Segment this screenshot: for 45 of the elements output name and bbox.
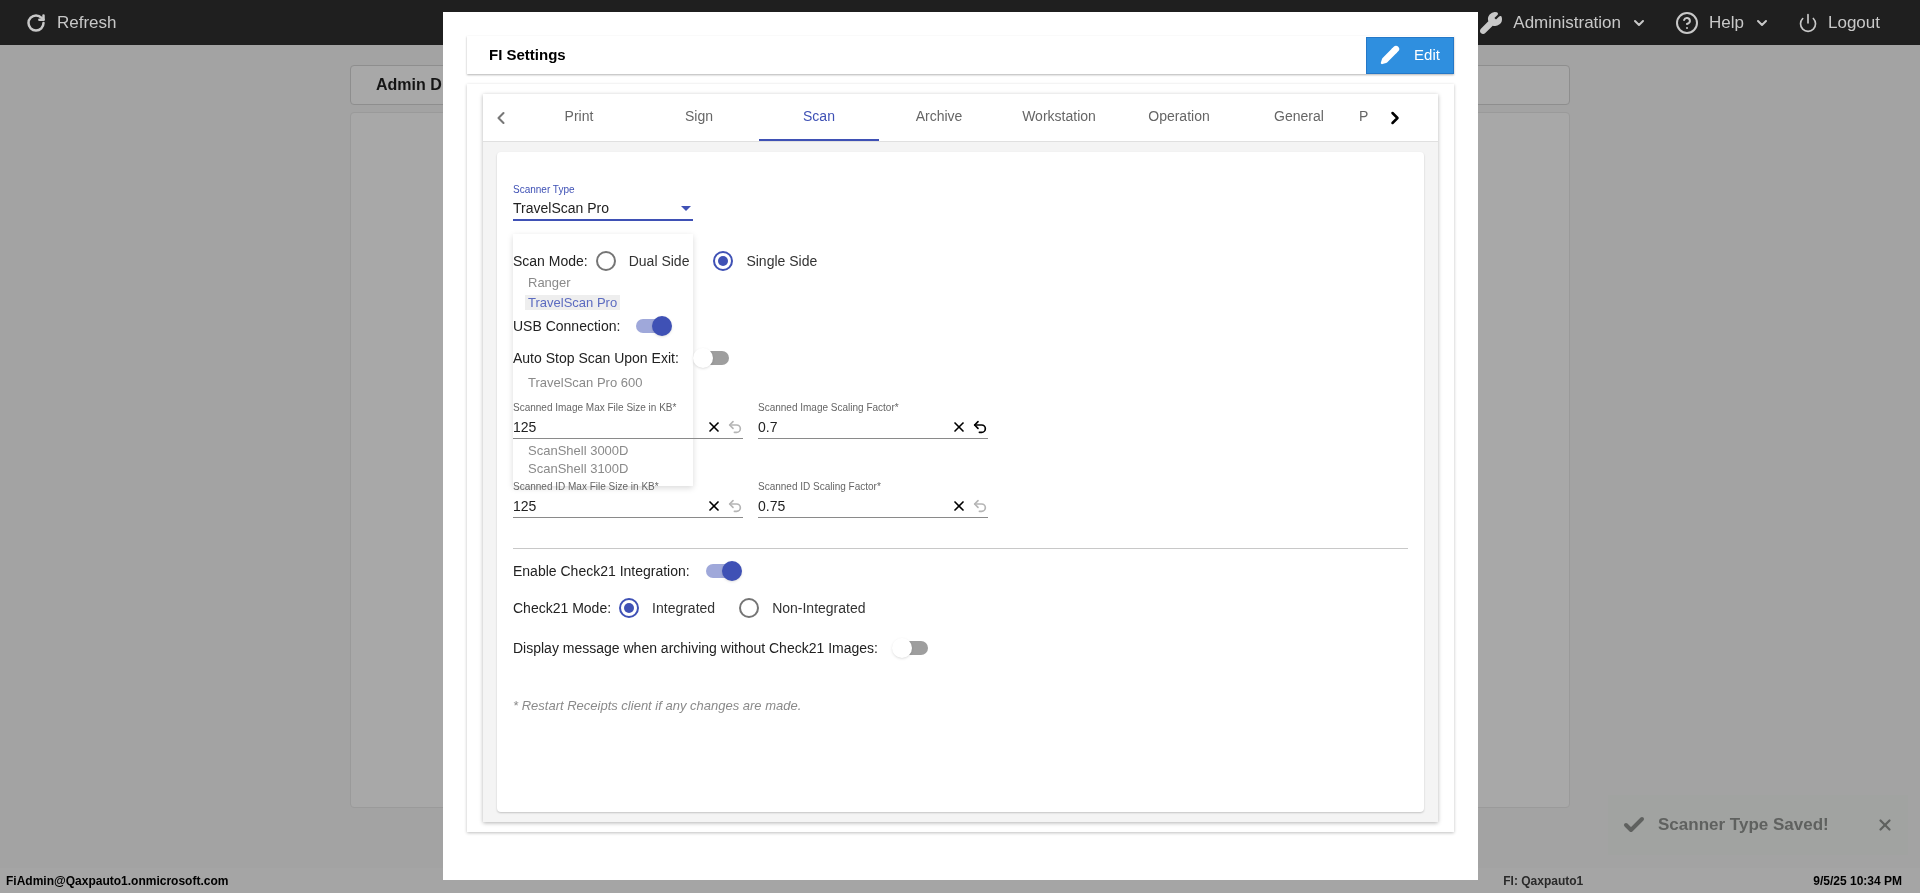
field-label: Scanned Image Max File Size in KB* <box>513 401 678 415</box>
fi-text: FI: Qaxpauto1 <box>1503 872 1584 890</box>
tab[interactable]: General <box>1239 94 1359 141</box>
field-label: Scanner Type <box>513 183 576 197</box>
scanner-type-select[interactable]: TravelScan Pro <box>513 197 693 221</box>
menu-item[interactable]: TravelScan Pro 600 <box>525 375 646 390</box>
field-label: Scanned ID Scaling Factor* <box>758 480 882 494</box>
field-label: Auto Stop Scan Upon Exit: <box>513 349 679 368</box>
toast-message: Scanner Type Saved! <box>1658 814 1829 837</box>
field-label: Enable Check21 Integration: <box>513 562 690 581</box>
tab[interactable]: Scan <box>759 94 879 141</box>
tab[interactable]: Sign <box>639 94 759 141</box>
number-field[interactable]: 0.75 <box>758 494 946 517</box>
edit-button[interactable]: Edit <box>1366 36 1454 74</box>
field-label: Scan Mode: <box>513 252 588 271</box>
field-label: Scanned ID Max File Size in KB* <box>513 480 660 494</box>
field-label: Check21 Mode: <box>513 599 612 618</box>
datetime-text: 9/5/25 10:34 PM <box>1813 872 1902 890</box>
tab[interactable]: Archive <box>879 94 999 141</box>
menu-item[interactable]: TravelScan Pro <box>525 295 621 310</box>
user-text: FiAdmin@Qaxpauto1.onmicrosoft.com <box>6 872 229 890</box>
number-field[interactable]: 0.7 <box>758 415 946 438</box>
tab[interactable]: P <box>1359 94 1381 141</box>
field-label: USB Connection: <box>513 317 621 336</box>
menu-button[interactable]: Logout <box>1798 9 1880 36</box>
number-field[interactable]: 125 <box>513 494 701 517</box>
menu-button[interactable]: Administration <box>1479 9 1648 36</box>
number-field[interactable]: 125 <box>513 415 701 438</box>
page-title: Admin D <box>376 75 442 95</box>
option-label: Dual Side <box>628 252 690 271</box>
dialog-title: FI Settings <box>489 44 566 65</box>
menu-item[interactable]: ScanShell 3000D <box>525 443 632 458</box>
option-label: Non-Integrated <box>772 599 866 618</box>
tab[interactable]: Workstation <box>999 94 1119 141</box>
menu-item[interactable]: ScanShell 3100D <box>525 461 632 476</box>
refresh-button[interactable]: Refresh <box>26 9 117 36</box>
menu-button[interactable]: Help <box>1675 9 1770 36</box>
option-label: Integrated <box>652 599 716 618</box>
restart-note: * Restart Receipts client if any changes are made. <box>513 697 803 715</box>
field-label: Scanned Image Scaling Factor* <box>758 401 900 415</box>
option-label: Single Side <box>746 252 818 271</box>
tab[interactable]: Print <box>519 94 639 141</box>
tab[interactable]: Operation <box>1119 94 1239 141</box>
menu-item[interactable]: Ranger <box>525 275 574 290</box>
field-label: Display message when archiving without Check21 Images: <box>513 639 878 658</box>
